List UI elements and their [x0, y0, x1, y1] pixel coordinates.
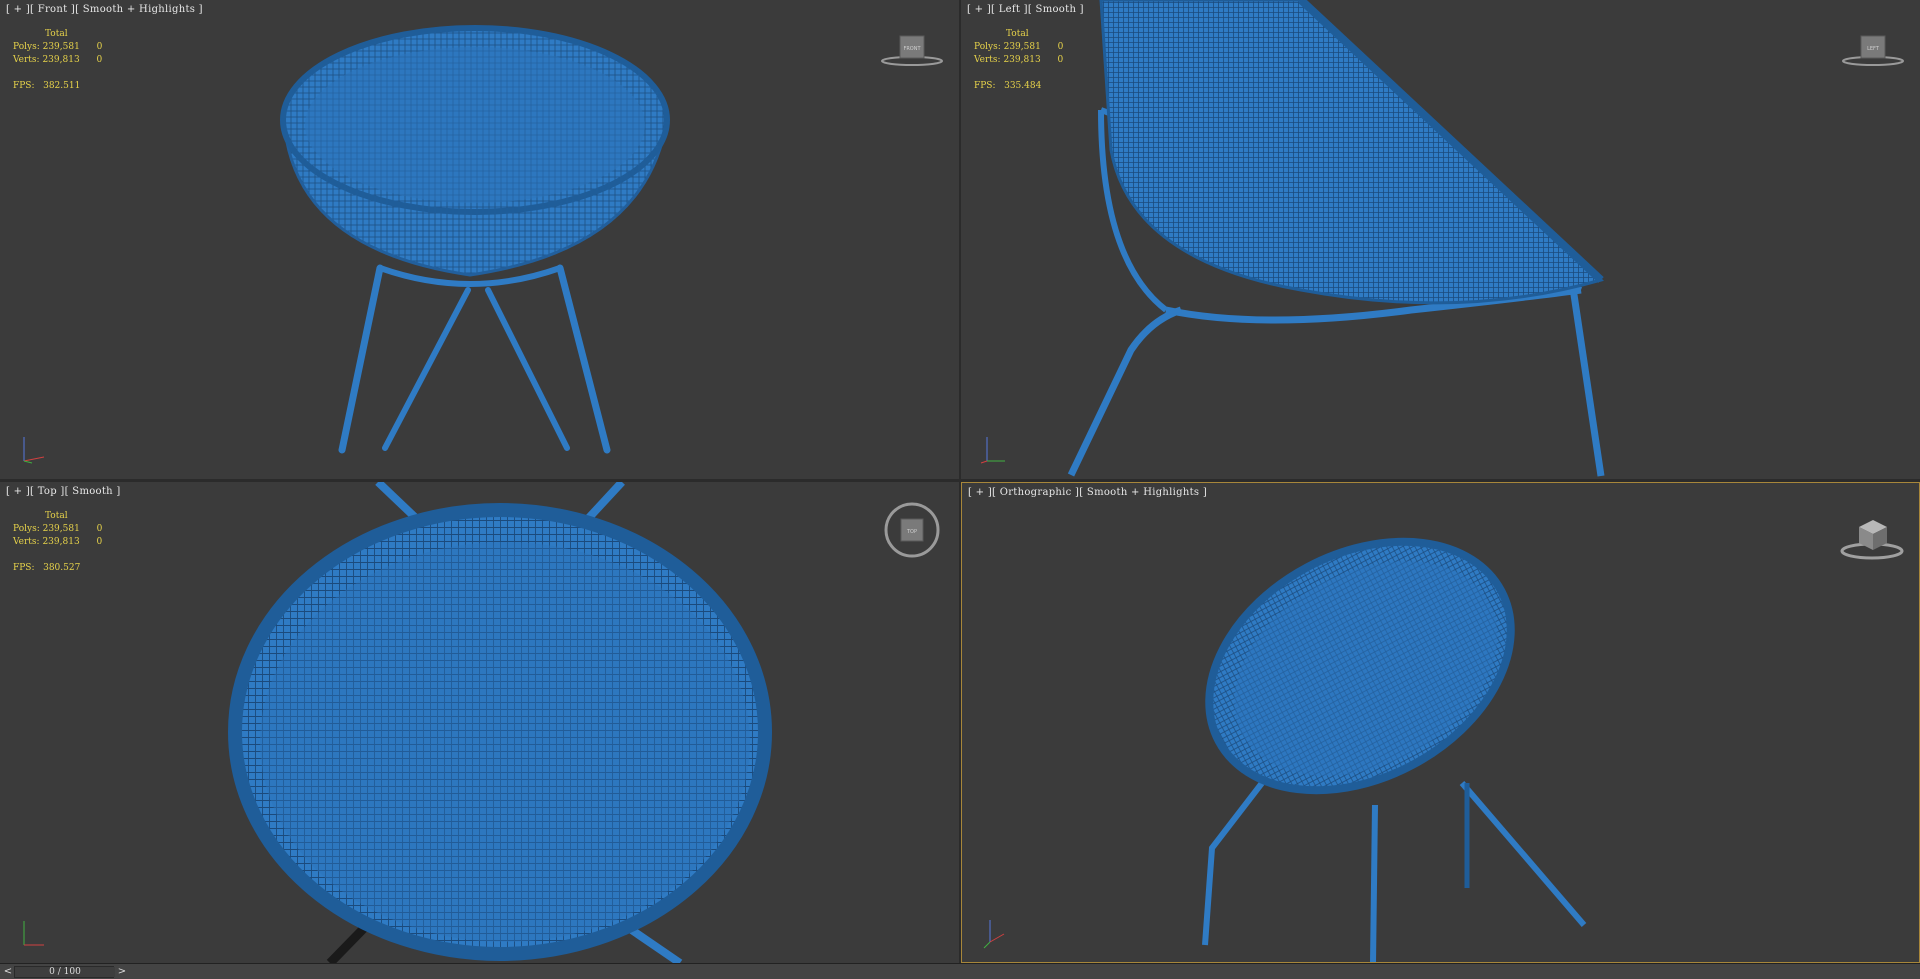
max-viewport-layout: [ + ][ Front ][ Smooth + Highlights ] To…: [0, 0, 1920, 979]
axis-tripod-icon: [23, 437, 45, 464]
axis-tripod-icon: [980, 437, 1005, 464]
chair-model-front: [280, 25, 670, 454]
viewcube-face-label: FRONT: [903, 46, 921, 52]
chair-model-top: [228, 482, 772, 963]
viewport-top[interactable]: [ + ][ Top ][ Smooth ] Total Polys: 239,…: [0, 482, 959, 963]
axis-tripod-icon: [23, 921, 44, 946]
viewcube-face-label: LEFT: [1867, 46, 1880, 52]
viewport-front[interactable]: [ + ][ Front ][ Smooth + Highlights ] To…: [0, 0, 959, 479]
stats-verts: Verts: 239,813 0: [974, 55, 1064, 65]
stats-fps: FPS: 380.527: [13, 563, 81, 573]
viewcube-face-label: TOP: [906, 529, 917, 535]
stats-total-label: Total: [45, 29, 68, 39]
stats-total-label: Total: [1006, 29, 1029, 39]
time-slider-bar: < 0 / 100 >: [0, 963, 1920, 979]
stats-polys: Polys: 239,581 0: [974, 42, 1064, 52]
statistics-overlay: Total Polys: 239,581 0 Verts: 239,813 0 FP…: [974, 28, 1063, 93]
viewcube[interactable]: [1837, 513, 1907, 560]
stats-fps: FPS: 335.484: [974, 81, 1042, 91]
viewport-left[interactable]: [ + ][ Left ][ Smooth ] Total Polys: 239…: [961, 0, 1920, 479]
statistics-overlay: Total Polys: 239,581 0 Verts: 239,813 0 FP…: [13, 28, 102, 93]
viewport-label[interactable]: [ + ][ Front ][ Smooth + Highlights ]: [6, 4, 203, 15]
stats-fps: FPS: 382.511: [13, 81, 81, 91]
viewcube[interactable]: FRONT: [877, 30, 947, 70]
stats-total-label: Total: [45, 511, 68, 521]
viewcube[interactable]: LEFT: [1838, 30, 1908, 70]
previous-frame-button[interactable]: <: [2, 965, 14, 978]
axis-tripod-icon: [983, 920, 1005, 949]
viewcube[interactable]: TOP: [877, 500, 947, 558]
next-frame-button[interactable]: >: [116, 965, 128, 978]
stats-polys: Polys: 239,581 0: [13, 524, 103, 534]
stats-verts: Verts: 239,813 0: [13, 537, 103, 547]
viewport-label[interactable]: [ + ][ Left ][ Smooth ]: [967, 4, 1084, 15]
stats-verts: Verts: 239,813 0: [13, 55, 103, 65]
time-slider-thumb[interactable]: 0 / 100: [15, 967, 115, 977]
time-slider[interactable]: 0 / 100: [14, 966, 115, 978]
viewport-label[interactable]: [ + ][ Top ][ Smooth ]: [6, 486, 121, 497]
viewport-label[interactable]: [ + ][ Orthographic ][ Smooth + Highligh…: [968, 487, 1207, 498]
chair-model-left: [1067, 0, 1605, 477]
stats-polys: Polys: 239,581 0: [13, 42, 103, 52]
statistics-overlay: Total Polys: 239,581 0 Verts: 239,813 0 FP…: [13, 510, 102, 575]
chair-model-orthographic: [1202, 537, 1587, 962]
viewport-orthographic[interactable]: [ + ][ Orthographic ][ Smooth + Highligh…: [961, 482, 1920, 963]
